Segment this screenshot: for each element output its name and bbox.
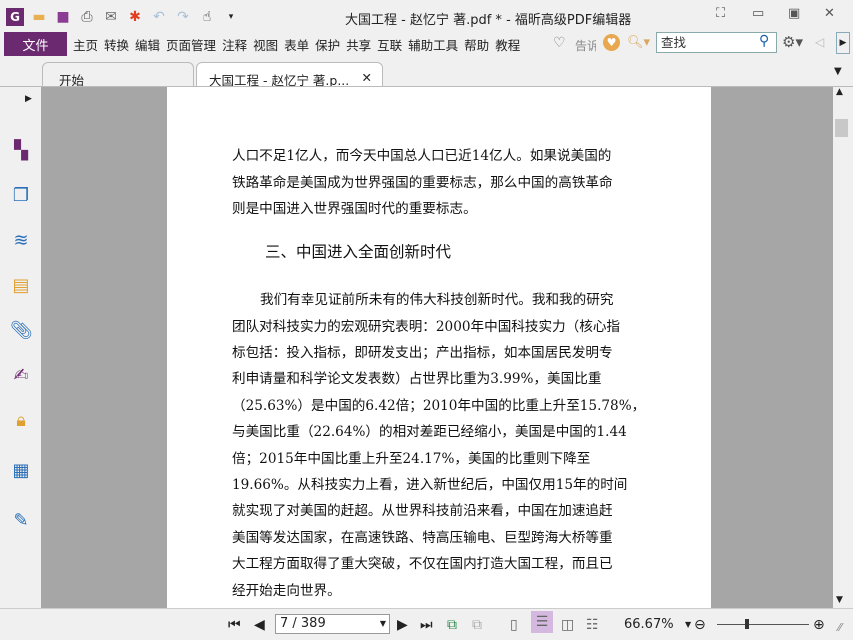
gear-icon[interactable]: ⚙▾	[782, 33, 803, 51]
text-line: 经开始走向世界。	[232, 583, 341, 599]
page-number-input[interactable]: 7 / 389 ▼	[275, 614, 390, 634]
file-menu[interactable]: 文件	[4, 32, 67, 56]
lightbulb-icon[interactable]: ♡	[553, 35, 566, 51]
form-fields-icon[interactable]: ▦	[10, 460, 32, 482]
vertical-scrollbar[interactable]: ▲ ▼	[833, 87, 851, 608]
zoom-dropdown-icon[interactable]: ▼	[685, 620, 691, 629]
ribbon-left-icon[interactable]: ◁	[815, 35, 824, 49]
text-line: （25.63%）是中国的6.42倍；2010年中国的比重上升至15.78%，	[232, 398, 646, 414]
app-logo-icon: G	[6, 8, 24, 26]
search-folder-icon[interactable]: 🔍︎▾	[627, 35, 650, 50]
menu-home[interactable]: 主页	[73, 35, 98, 54]
zoom-in-icon[interactable]: ⊕	[813, 617, 825, 633]
continuous-page-icon[interactable]: ☰	[531, 611, 553, 633]
minimize-button[interactable]: ▭	[752, 6, 764, 21]
expand-panel-icon[interactable]: ▶	[25, 94, 32, 104]
maximize-button[interactable]: ▣	[788, 6, 800, 21]
customize-dropdown-icon[interactable]: ▾	[222, 8, 240, 26]
facing-pages-icon[interactable]: ◫	[561, 617, 574, 633]
window-title: 大国工程 - 赵忆宁 著.pdf * - 福昕高级PDF编辑器	[345, 13, 632, 28]
menu-protect[interactable]: 保护	[315, 35, 340, 54]
zoom-slider[interactable]	[717, 624, 809, 625]
text-line: 利申请量和科学论文发表数）占世界比重为3.99%，美国比重	[232, 371, 602, 387]
resize-grip-icon[interactable]: ⁄⁄	[838, 621, 842, 634]
tab-document[interactable]: 大国工程 - 赵忆宁 著.p... ✕	[196, 62, 383, 88]
new-icon[interactable]: ✱	[126, 8, 144, 26]
text-line: 铁路革命是美国成为世界强国的重要标志，那么中国的高铁革命	[232, 175, 613, 191]
first-page-icon[interactable]: ⏮	[228, 617, 241, 633]
text-line: 团队对科技实力的宏观研究表明：2000年中国科技实力（核心指	[232, 319, 621, 335]
zoom-out-icon[interactable]: ⊖	[694, 617, 706, 633]
email-icon[interactable]: ✉	[102, 8, 120, 26]
menu-convert[interactable]: 转换	[104, 35, 129, 54]
pages-icon[interactable]: ❐	[10, 185, 32, 207]
layers-icon[interactable]: ≋	[10, 230, 32, 252]
tell-me[interactable]: 告诉	[575, 37, 596, 54]
menu-accessibility[interactable]: 辅助工具	[408, 35, 458, 54]
ribbon-right-icon[interactable]: ▶	[836, 32, 850, 54]
text-line: 与美国比重（22.64%）的相对差距已经缩小，美国是中国的1.44	[232, 424, 627, 440]
close-button[interactable]: ✕	[824, 6, 835, 21]
next-view-icon[interactable]: ⧉	[472, 617, 482, 633]
scroll-up-icon[interactable]: ▲	[836, 87, 843, 97]
menu-help[interactable]: 帮助	[464, 35, 489, 54]
text-line: 就实现了对美国的赶超。从世界科技前沿来看，中国在加速追赶	[232, 503, 613, 519]
text-line: 美国等发达国家，在高速铁路、特高压输电、巨型跨海大桥等重	[232, 530, 613, 546]
text-line: 标包括：投入指标，即研发支出；产出指标，如本国居民发明专	[232, 345, 613, 361]
search-icon[interactable]: ⚲	[759, 33, 769, 49]
scroll-thumb[interactable]	[835, 119, 848, 137]
text-line: 我们有幸见证前所未有的伟大科技创新时代。我和我的研究	[260, 292, 614, 308]
next-page-icon[interactable]: ▶	[397, 617, 408, 633]
redo-icon[interactable]: ↷	[174, 8, 192, 26]
text-line: 倍；2015年中国比重上升至24.17%，美国的比重则下降至	[232, 451, 591, 467]
menu-comment[interactable]: 注释	[222, 35, 247, 54]
last-page-icon[interactable]: ⏭	[420, 617, 433, 633]
zoom-slider-thumb[interactable]	[745, 619, 750, 629]
open-icon[interactable]: ▬	[30, 8, 48, 26]
menu-page-management[interactable]: 页面管理	[166, 35, 216, 54]
tab-list-dropdown-icon[interactable]: ▼	[834, 66, 842, 77]
page-number: 7 / 389	[280, 616, 326, 631]
menu-connect[interactable]: 互联	[377, 35, 402, 54]
text-line: 人口不足1亿人，而今天中国总人口已近14亿人。如果说美国的	[232, 148, 612, 164]
save-icon[interactable]: ■	[54, 8, 72, 26]
certificate-icon[interactable]: ✎	[10, 510, 32, 532]
hand-tool-icon[interactable]: ☝	[198, 8, 216, 26]
bookmark-icon[interactable]: ▚	[10, 140, 32, 162]
tab-start[interactable]: 开始	[42, 62, 194, 88]
text-line: 大工程方面取得了重大突破，不仅在国内打造大国工程，而且已	[232, 556, 613, 572]
quick-access-toolbar: G ▬ ■ ⎙ ✉ ✱ ↶ ↷ ☝ ▾	[6, 6, 240, 28]
signature-icon[interactable]: ✍	[10, 365, 32, 387]
continuous-facing-icon[interactable]: ☷	[586, 617, 599, 633]
previous-view-icon[interactable]: ⧉	[447, 617, 457, 633]
menu-share[interactable]: 共享	[346, 35, 371, 54]
menu-edit[interactable]: 编辑	[135, 35, 160, 54]
text-line: 则是中国进入世界强国时代的重要标志。	[232, 201, 477, 217]
undo-icon[interactable]: ↶	[150, 8, 168, 26]
prev-page-icon[interactable]: ◀	[254, 617, 265, 633]
fullscreen-icon[interactable]: ⛶	[716, 6, 725, 21]
status-bar: ⏮ ◀ 7 / 389 ▼ ▶ ⏭ ⧉ ⧉ ▯ ☰ ◫ ☷ 66.67% ▼ ⊖ …	[0, 608, 853, 640]
tab-close-icon[interactable]: ✕	[362, 70, 372, 85]
lock-icon[interactable]: 🔒︎	[10, 410, 32, 432]
menu-tutorial[interactable]: 教程	[495, 35, 520, 54]
heart-icon[interactable]: ♥	[603, 34, 620, 51]
menu-view[interactable]: 视图	[253, 35, 278, 54]
print-icon[interactable]: ⎙	[78, 8, 96, 26]
attachment-icon[interactable]: 📎︎	[10, 320, 33, 342]
text-line: 19.66%。从科技实力上看，进入新世纪后，中国仅用15年的时间	[232, 477, 628, 493]
section-heading: 三、中国进入全面创新时代	[265, 243, 452, 261]
menu-form[interactable]: 表单	[284, 35, 309, 54]
comments-icon[interactable]: ▤	[10, 275, 32, 297]
scroll-down-icon[interactable]: ▼	[836, 595, 843, 605]
single-page-icon[interactable]: ▯	[510, 617, 518, 633]
zoom-level[interactable]: 66.67%	[624, 617, 674, 632]
